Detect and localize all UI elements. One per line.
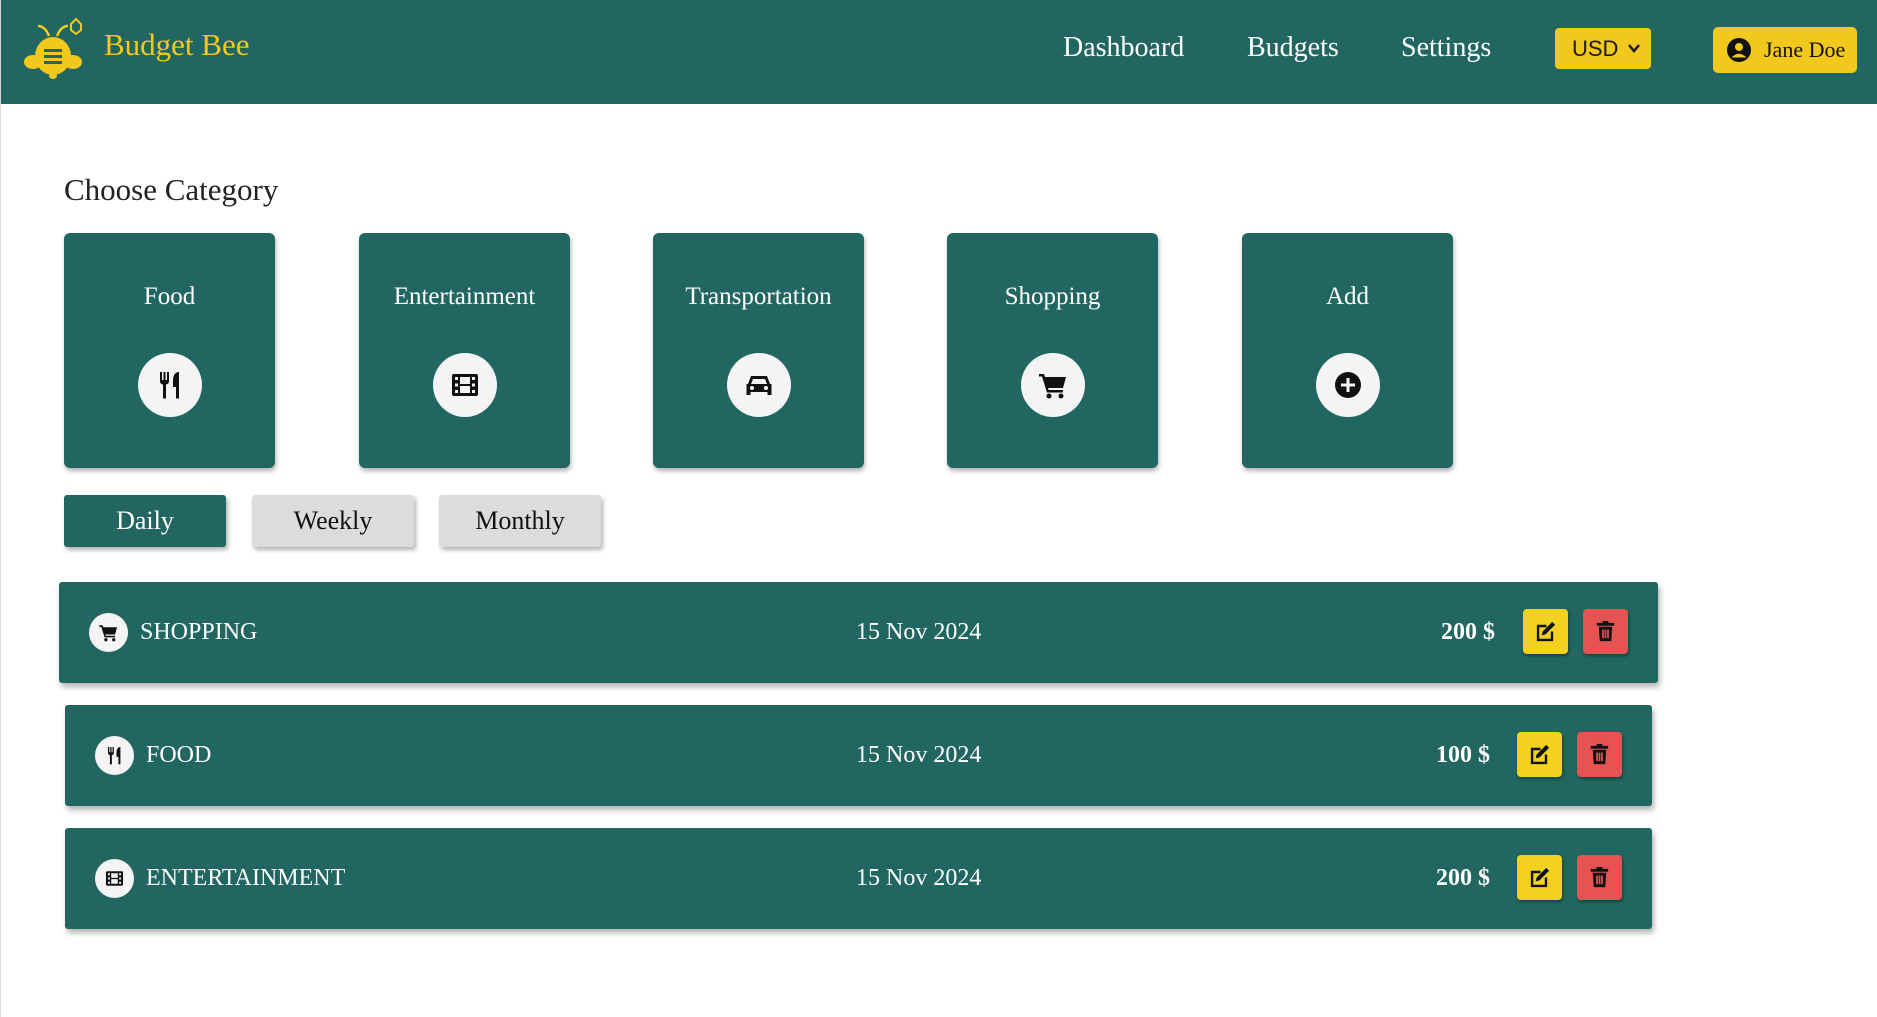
category-icon-circle <box>1316 353 1380 417</box>
top-navbar: Budget Bee Dashboard Budgets Settings US… <box>1 0 1877 104</box>
expense-row: FOOD 15 Nov 2024 100 $ <box>65 705 1652 806</box>
edit-button[interactable] <box>1523 609 1568 654</box>
utensils-icon <box>107 746 121 765</box>
expense-date: 15 Nov 2024 <box>856 865 982 891</box>
trash-icon <box>1590 743 1609 765</box>
bee-logo-icon[interactable] <box>23 16 83 80</box>
nav-dashboard[interactable]: Dashboard <box>1063 28 1184 68</box>
edit-icon <box>1530 744 1550 765</box>
brand-name: Budget Bee <box>104 27 250 62</box>
film-icon <box>105 871 124 886</box>
cart-icon <box>99 625 118 642</box>
tab-weekly[interactable]: Weekly <box>252 495 414 547</box>
user-name: Jane Doe <box>1764 37 1846 62</box>
expense-amount: 200 $ <box>1441 619 1495 645</box>
utensils-icon <box>160 372 179 399</box>
user-circle-icon <box>1727 38 1751 62</box>
plus-circle-icon <box>1335 372 1361 398</box>
edit-button[interactable] <box>1517 732 1562 777</box>
category-card-transportation[interactable]: Transportation <box>653 233 864 468</box>
expense-row: SHOPPING 15 Nov 2024 200 $ <box>59 582 1658 683</box>
section-title: Choose Category <box>64 172 279 207</box>
nav-settings[interactable]: Settings <box>1401 28 1491 68</box>
expense-amount: 200 $ <box>1436 865 1490 891</box>
user-menu-button[interactable]: Jane Doe <box>1713 27 1857 73</box>
category-card-add[interactable]: Add <box>1242 233 1453 468</box>
category-icon-circle <box>433 353 497 417</box>
expense-date: 15 Nov 2024 <box>856 619 982 645</box>
edit-icon <box>1530 867 1550 888</box>
expense-category: FOOD <box>146 742 212 768</box>
category-label: Add <box>1325 283 1370 310</box>
category-icon-circle <box>138 353 202 417</box>
expense-date: 15 Nov 2024 <box>856 742 982 768</box>
trash-icon <box>1590 866 1609 888</box>
category-label: Food <box>143 283 196 310</box>
category-card-shopping[interactable]: Shopping <box>947 233 1158 468</box>
category-card-entertainment[interactable]: Entertainment <box>359 233 570 468</box>
row-icon-circle <box>89 613 128 652</box>
tab-daily[interactable]: Daily <box>64 495 226 547</box>
expense-row: ENTERTAINMENT 15 Nov 2024 200 $ <box>65 828 1652 929</box>
expense-category: ENTERTAINMENT <box>146 865 346 891</box>
category-icon-circle <box>727 353 791 417</box>
currency-value: USD <box>1572 36 1619 61</box>
delete-button[interactable] <box>1577 732 1622 777</box>
edit-button[interactable] <box>1517 855 1562 900</box>
category-card-food[interactable]: Food <box>64 233 275 468</box>
delete-button[interactable] <box>1583 609 1628 654</box>
car-icon <box>746 376 772 395</box>
expense-amount: 100 $ <box>1436 742 1490 768</box>
row-icon-circle <box>95 859 134 898</box>
row-icon-circle <box>95 736 134 775</box>
film-icon <box>452 374 478 396</box>
expense-category: SHOPPING <box>140 619 258 645</box>
currency-select[interactable]: USD <box>1555 28 1651 69</box>
category-label: Shopping <box>1004 283 1101 310</box>
category-label: Transportation <box>685 283 832 310</box>
category-icon-circle <box>1021 353 1085 417</box>
edit-icon <box>1536 621 1556 642</box>
trash-icon <box>1596 620 1615 642</box>
nav-budgets[interactable]: Budgets <box>1247 28 1339 68</box>
page: Budget Bee Dashboard Budgets Settings US… <box>0 0 1877 1017</box>
chevron-down-icon <box>1628 44 1640 53</box>
delete-button[interactable] <box>1577 855 1622 900</box>
cart-icon <box>1039 374 1066 399</box>
tab-monthly[interactable]: Monthly <box>439 495 601 547</box>
category-label: Entertainment <box>393 283 536 310</box>
